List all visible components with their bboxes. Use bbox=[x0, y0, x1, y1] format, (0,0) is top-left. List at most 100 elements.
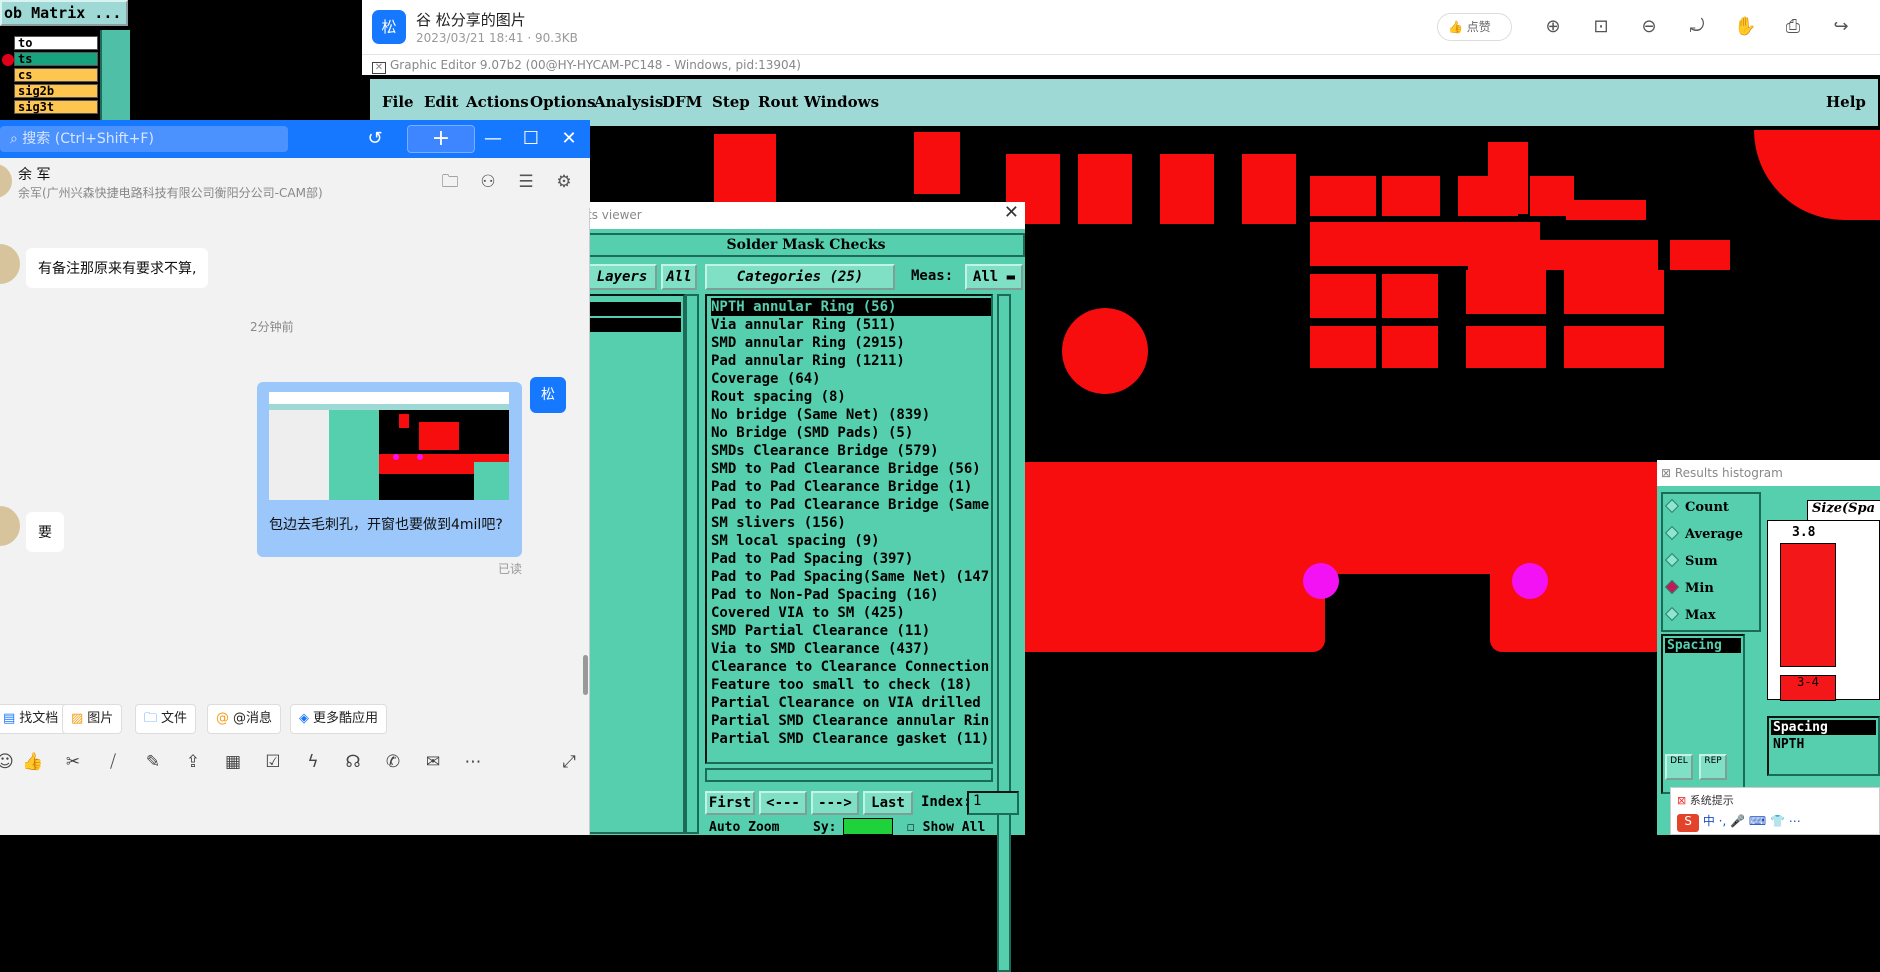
folder-icon[interactable]: 🗀 bbox=[438, 170, 462, 194]
zoom-out-icon[interactable]: ⊖ bbox=[1638, 16, 1660, 38]
category-item[interactable]: SM local spacing (9) bbox=[711, 532, 991, 550]
option-sum[interactable]: Sum bbox=[1664, 552, 1718, 569]
category-item[interactable]: Pad to Pad Clearance Bridge (Same bbox=[711, 496, 991, 514]
minimize-icon[interactable]: — bbox=[480, 126, 506, 152]
matrix-layer-row[interactable]: ts bbox=[14, 52, 98, 66]
category-item[interactable]: SM slivers (156) bbox=[711, 514, 991, 532]
message-bubble[interactable]: 有备注那原来有要求不算, bbox=[26, 248, 209, 288]
contact-avatar[interactable] bbox=[0, 164, 12, 198]
layers-button[interactable]: Layers bbox=[587, 264, 657, 290]
highlight-marker[interactable] bbox=[1512, 563, 1548, 599]
layer-list[interactable] bbox=[585, 294, 685, 834]
print-icon[interactable]: ⎙ bbox=[1782, 16, 1804, 38]
history-icon[interactable]: ↺ bbox=[364, 128, 386, 150]
option-max[interactable]: Max bbox=[1664, 606, 1716, 623]
contact-avatar[interactable] bbox=[0, 506, 20, 546]
category-item[interactable]: Pad to Pad Clearance Bridge (1) bbox=[711, 478, 991, 496]
del-button[interactable]: DEL bbox=[1665, 754, 1693, 780]
category-item[interactable]: Pad annular Ring (1211) bbox=[711, 352, 991, 370]
category-item[interactable]: Pad to Pad Spacing (397) bbox=[711, 550, 991, 568]
chat-scrollbar[interactable] bbox=[583, 655, 588, 695]
category-item[interactable]: Pad to Non-Pad Spacing (16) bbox=[711, 586, 991, 604]
prev-button[interactable]: <--- bbox=[759, 791, 807, 815]
matrix-layer-row[interactable]: sig3t bbox=[14, 100, 98, 114]
category-item[interactable]: Rout spacing (8) bbox=[711, 388, 991, 406]
menu-help[interactable]: Help bbox=[1826, 93, 1866, 111]
screenshot-thumbnail[interactable] bbox=[269, 392, 509, 500]
menu-analysis[interactable]: Analysis bbox=[594, 93, 663, 111]
category-item[interactable]: Feature too small to check (18) bbox=[711, 676, 991, 694]
layer-list-row[interactable] bbox=[589, 302, 681, 316]
calendar-icon[interactable]: ▦ bbox=[222, 751, 244, 773]
next-button[interactable]: ---> bbox=[811, 791, 859, 815]
share-icon[interactable]: ↪ bbox=[1830, 16, 1852, 38]
menu-actions[interactable]: Actions bbox=[466, 93, 529, 111]
last-button[interactable]: Last bbox=[863, 791, 913, 815]
category-item[interactable]: SMDs Clearance Bridge (579) bbox=[711, 442, 991, 460]
image-button[interactable]: ▨ 图片 bbox=[62, 704, 123, 734]
more-icon[interactable]: ⋯ bbox=[462, 751, 484, 773]
option-min[interactable]: Min bbox=[1664, 579, 1714, 596]
contact-name[interactable]: 余 军 bbox=[18, 164, 50, 184]
category-item[interactable]: Partial Clearance on VIA drilled bbox=[711, 694, 991, 712]
categories-hscrollbar[interactable] bbox=[705, 768, 993, 782]
categories-scrollbar[interactable] bbox=[997, 294, 1011, 972]
ime-toolbar[interactable]: 中 ·, 🎤 ⌨ 👕 ⋯ bbox=[1703, 814, 1801, 828]
close-icon[interactable]: ✕ bbox=[1004, 202, 1019, 223]
thumb-up-icon[interactable]: 👍 bbox=[22, 751, 44, 773]
message-bubble-self[interactable]: 包边去毛刺孔，开窗也要做到4mil吧? bbox=[257, 382, 522, 557]
self-avatar[interactable]: 松 bbox=[530, 377, 566, 413]
rotate-icon[interactable]: ⤾ bbox=[1686, 16, 1708, 38]
measure-item[interactable]: Spacing bbox=[1665, 638, 1741, 653]
category-item[interactable]: SMD Partial Clearance (11) bbox=[711, 622, 991, 640]
slash-icon[interactable]: ⧸ bbox=[102, 751, 124, 773]
upload-icon[interactable]: ⇪ bbox=[182, 751, 204, 773]
show-all-checkbox[interactable]: ☐ Show All bbox=[907, 820, 985, 835]
meas-select[interactable]: All ▬ bbox=[965, 264, 1023, 290]
matrix-title[interactable]: ob Matrix ... bbox=[0, 0, 128, 26]
hand-icon[interactable]: ✋ bbox=[1734, 16, 1756, 38]
category-item[interactable]: Partial SMD Clearance annular Rin bbox=[711, 712, 991, 730]
note-icon[interactable]: ✎ bbox=[142, 751, 164, 773]
expand-icon[interactable]: ⤢ bbox=[558, 751, 580, 773]
rep-button[interactable]: REP bbox=[1699, 754, 1727, 780]
category-item[interactable]: No bridge (Same Net) (839) bbox=[711, 406, 991, 424]
category-item[interactable]: Clearance to Clearance Connection bbox=[711, 658, 991, 676]
menu-edit[interactable]: Edit bbox=[424, 93, 459, 111]
menu-file[interactable]: File bbox=[382, 93, 414, 111]
category-item[interactable]: Pad to Pad Spacing(Same Net) (147 bbox=[711, 568, 991, 586]
category-item[interactable]: SMD annular Ring (2915) bbox=[711, 334, 991, 352]
phone-icon[interactable]: ✆ bbox=[382, 751, 404, 773]
headset-icon[interactable]: ☊ bbox=[342, 751, 364, 773]
menu-rout[interactable]: Rout bbox=[758, 93, 798, 111]
highlight-marker[interactable] bbox=[1303, 563, 1339, 599]
menu-dfm[interactable]: DFM bbox=[662, 93, 702, 111]
emoji-icon[interactable]: ☺ bbox=[0, 751, 16, 773]
histogram-bar[interactable] bbox=[1780, 543, 1836, 667]
menu-step[interactable]: Step bbox=[712, 93, 750, 111]
category-item[interactable]: Via to SMD Clearance (437) bbox=[711, 640, 991, 658]
layers-all-button[interactable]: All bbox=[661, 264, 697, 290]
search-input[interactable]: ⌕ 搜索 (Ctrl+Shift+F) bbox=[0, 126, 288, 152]
actual-size-icon[interactable]: ⊡ bbox=[1590, 16, 1612, 38]
category-item[interactable]: Via annular Ring (511) bbox=[711, 316, 991, 334]
find-doc-button[interactable]: ▤ 找文档 bbox=[0, 704, 68, 734]
add-button[interactable]: + bbox=[407, 125, 475, 153]
like-button[interactable]: 👍 点赞 bbox=[1437, 13, 1512, 41]
matrix-layer-row[interactable]: sig2b bbox=[14, 84, 98, 98]
sy-color-swatch[interactable] bbox=[843, 818, 893, 835]
gear-icon[interactable]: ⚙ bbox=[552, 170, 576, 194]
categories-button[interactable]: Categories (25) bbox=[705, 264, 895, 290]
menu-options[interactable]: Options bbox=[530, 93, 596, 111]
category-item[interactable]: Covered VIA to SM (425) bbox=[711, 604, 991, 622]
lightning-icon[interactable]: ϟ bbox=[302, 751, 324, 773]
first-button[interactable]: First bbox=[705, 791, 755, 815]
mail-icon[interactable]: ✉ bbox=[422, 751, 444, 773]
auto-zoom-select[interactable]: Auto Zoom bbox=[709, 820, 779, 835]
layer-list-row[interactable] bbox=[589, 318, 681, 332]
categories-list[interactable]: NPTH annular Ring (56) Via annular Ring (… bbox=[705, 294, 993, 764]
mention-button[interactable]: @ @消息 bbox=[207, 704, 282, 734]
category-item[interactable]: Partial SMD Clearance gasket (11) bbox=[711, 730, 991, 748]
menu-windows[interactable]: Windows bbox=[804, 93, 879, 111]
message-bubble[interactable]: 要 bbox=[26, 512, 64, 552]
